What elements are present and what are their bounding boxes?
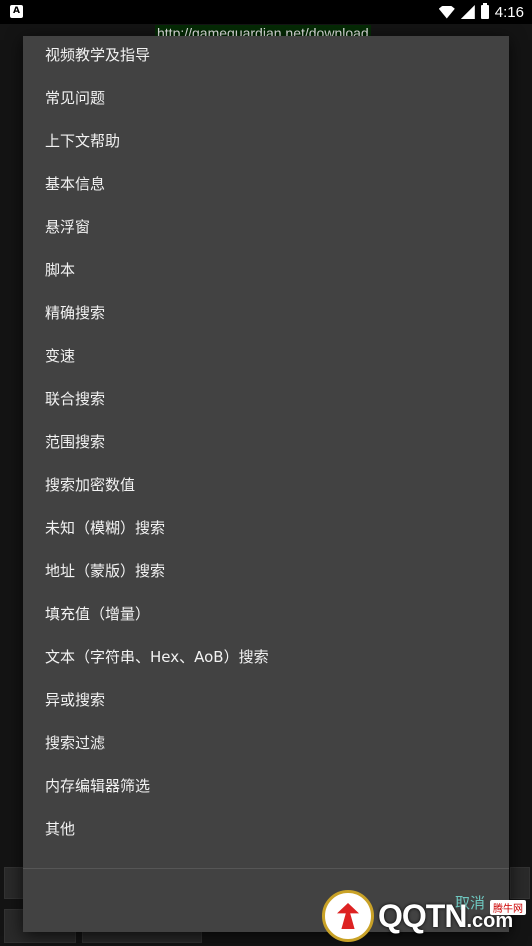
menu-item[interactable]: 填充值（增量） <box>23 603 509 646</box>
wifi-icon <box>438 5 455 19</box>
menu-item[interactable]: 基本信息 <box>23 173 509 216</box>
menu-list: 视频教学及指导 常见问题 上下文帮助 基本信息 悬浮窗 脚本 精确搜索 变速 联合搜索 范围搜索搜… <box>23 44 509 861</box>
watermark-badge: 腾牛网 <box>490 900 526 915</box>
status-time: 4:16 <box>494 3 524 21</box>
signal-icon <box>460 5 475 19</box>
status-bar: A 4:16 <box>0 0 532 24</box>
background-button <box>4 867 24 899</box>
notification-icon: A <box>10 5 23 18</box>
qqtn-logo-icon <box>322 890 374 942</box>
menu-item[interactable]: 上下文帮助 <box>23 130 509 173</box>
menu-item[interactable]: 内存编辑器筛选 <box>23 775 509 818</box>
menu-item[interactable]: 联合搜索 <box>23 388 509 431</box>
qqtn-watermark: QQTN.com 腾牛网 <box>322 890 532 946</box>
menu-item[interactable]: 精确搜索 <box>23 302 509 345</box>
menu-item[interactable]: 其他 <box>23 818 509 861</box>
battery-icon <box>480 3 489 19</box>
menu-item[interactable]: 范围搜索 <box>23 431 509 474</box>
menu-item[interactable]: 视频教学及指导 <box>23 44 509 87</box>
dialog-divider <box>23 868 509 869</box>
menu-item[interactable]: 悬浮窗 <box>23 216 509 259</box>
help-menu-dialog: 视频教学及指导 常见问题 上下文帮助 基本信息 悬浮窗 脚本 精确搜索 变速 联合搜索 范围搜索搜… <box>23 36 509 932</box>
menu-item[interactable]: 地址（蒙版）搜索 <box>23 560 509 603</box>
menu-item[interactable]: 变速 <box>23 345 509 388</box>
menu-item[interactable]: 未知（模糊）搜索 <box>23 517 509 560</box>
menu-item[interactable]: 搜索过滤 <box>23 732 509 775</box>
menu-item[interactable]: 搜索加密数值 <box>23 474 509 517</box>
menu-item[interactable]: 脚本 <box>23 259 509 302</box>
menu-item[interactable]: 文本（字符串、Hex、AoB）搜索 <box>23 646 509 689</box>
menu-item[interactable]: 常见问题 <box>23 87 509 130</box>
menu-item[interactable]: 异或搜索 <box>23 689 509 732</box>
status-icons: 4:16 <box>438 2 524 22</box>
